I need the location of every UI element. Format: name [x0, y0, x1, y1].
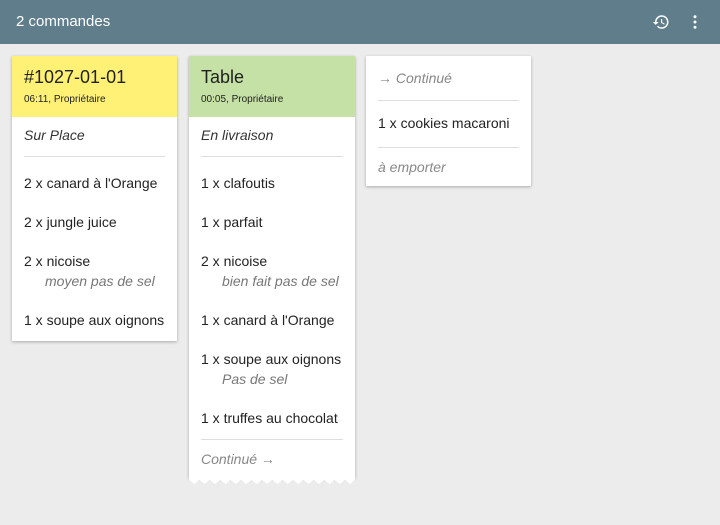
- more-vert-icon[interactable]: [683, 10, 707, 34]
- history-icon[interactable]: [649, 10, 673, 34]
- item-list: 1 x clafoutis 1 x parfait 2 x nicoise bie…: [201, 157, 343, 439]
- order-item[interactable]: 2 x nicoise bien fait pas de sel: [201, 243, 343, 302]
- continued-header: → Continué: [378, 56, 519, 101]
- order-item[interactable]: 1 x truffes au chocolat: [201, 400, 343, 439]
- item-text: 1 x cookies macaroni: [378, 115, 510, 131]
- item-text: 1 x soupe aux oignons: [201, 351, 342, 367]
- order-time: 06:11, Propriétaire: [24, 94, 106, 105]
- item-text: 2 x jungle juice: [24, 214, 117, 230]
- order-type-footer: à emporter: [378, 147, 519, 186]
- order-item[interactable]: 2 x nicoise moyen pas de sel: [24, 243, 165, 302]
- order-time: 00:05, Propriétaire: [201, 94, 284, 105]
- order-type: En livraison: [201, 117, 343, 157]
- order-item[interactable]: 2 x canard à l'Orange: [24, 165, 165, 204]
- item-text: 2 x canard à l'Orange: [24, 175, 158, 191]
- order-header: Table 00:05, Propriétaire: [189, 56, 355, 117]
- order-item[interactable]: 1 x canard à l'Orange: [201, 302, 343, 341]
- order-item[interactable]: 2 x jungle juice: [24, 204, 165, 243]
- continued-footer: Continué →: [201, 439, 343, 478]
- order-item[interactable]: 1 x soupe aux oignons Pas de sel: [201, 341, 343, 400]
- item-text: 2 x nicoise: [24, 253, 91, 269]
- item-text: 1 x clafoutis: [201, 175, 275, 191]
- order-card-continued[interactable]: → Continué 1 x cookies macaroni à emport…: [366, 56, 531, 186]
- item-text: 1 x soupe aux oignons: [24, 312, 165, 328]
- item-text: 2 x nicoise: [201, 253, 268, 269]
- item-text: 1 x canard à l'Orange: [201, 312, 335, 328]
- order-item[interactable]: 1 x soupe aux oignons: [24, 302, 165, 341]
- item-text: 1 x truffes au chocolat: [201, 410, 338, 426]
- order-item[interactable]: 1 x clafoutis: [201, 165, 343, 204]
- order-type: Sur Place: [24, 117, 165, 157]
- order-card-2[interactable]: Table 00:05, Propriétaire En livraison 1…: [189, 56, 355, 484]
- item-text: 1 x parfait: [201, 214, 263, 230]
- order-header: #1027-01-01 06:11, Propriétaire: [12, 56, 177, 117]
- item-note: moyen pas de sel: [45, 273, 155, 289]
- item-list: 1 x cookies macaroni: [378, 101, 519, 147]
- item-note: Pas de sel: [222, 371, 288, 387]
- torn-edge: [189, 478, 355, 484]
- order-card-1[interactable]: #1027-01-01 06:11, Propriétaire Sur Plac…: [12, 56, 177, 341]
- order-table: Table: [201, 67, 245, 87]
- item-note: bien fait pas de sel: [222, 273, 339, 289]
- order-number: #1027-01-01: [24, 67, 127, 87]
- order-item[interactable]: 1 x cookies macaroni: [378, 101, 519, 147]
- item-list: 2 x canard à l'Orange 2 x jungle juice 2…: [24, 157, 165, 341]
- app-title: 2 commandes: [16, 13, 111, 30]
- app-bar: 2 commandes: [0, 0, 720, 44]
- order-item[interactable]: 1 x parfait: [201, 204, 343, 243]
